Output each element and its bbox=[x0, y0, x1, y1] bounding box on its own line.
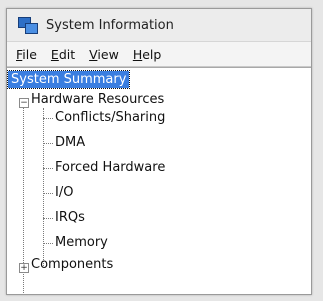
menu-view[interactable]: View bbox=[89, 47, 119, 62]
menu-edit[interactable]: Edit bbox=[51, 47, 75, 62]
tree-item-hardware-resources[interactable]: Hardware Resources bbox=[31, 92, 164, 107]
tree-item-irqs[interactable]: IRQs bbox=[55, 210, 85, 225]
tree-item-dma[interactable]: DMA bbox=[55, 135, 85, 150]
tree-item-forced-hardware[interactable]: Forced Hardware bbox=[55, 160, 165, 175]
menu-help[interactable]: Help bbox=[133, 47, 162, 62]
tree-connector-line bbox=[43, 193, 53, 194]
tree-connector-line bbox=[43, 143, 53, 144]
tree-item-components[interactable]: Components bbox=[31, 257, 113, 272]
tree-item-system-summary[interactable]: System Summary bbox=[7, 70, 131, 89]
menu-bar: File Edit View Help bbox=[7, 42, 311, 67]
title-bar[interactable]: System Information bbox=[7, 9, 311, 42]
system-information-icon bbox=[17, 14, 39, 36]
expand-expander-icon[interactable]: + bbox=[19, 263, 29, 273]
tree-connector-line bbox=[43, 168, 53, 169]
tree-item-io[interactable]: I/O bbox=[55, 185, 73, 200]
tree-item-memory[interactable]: Memory bbox=[55, 235, 108, 250]
window-title: System Information bbox=[46, 17, 174, 33]
category-tree: System Summary − Hardware Resources Conf… bbox=[7, 67, 311, 294]
tree-connector-line bbox=[43, 218, 53, 219]
collapse-expander-icon[interactable]: − bbox=[19, 98, 29, 108]
tree-connector-line bbox=[43, 118, 53, 119]
tree-connector-line bbox=[43, 243, 53, 244]
menu-file[interactable]: File bbox=[16, 47, 37, 62]
tree-item-conflicts-sharing[interactable]: Conflicts/Sharing bbox=[55, 110, 165, 125]
system-information-window: System Information File Edit View Help S… bbox=[6, 8, 312, 295]
